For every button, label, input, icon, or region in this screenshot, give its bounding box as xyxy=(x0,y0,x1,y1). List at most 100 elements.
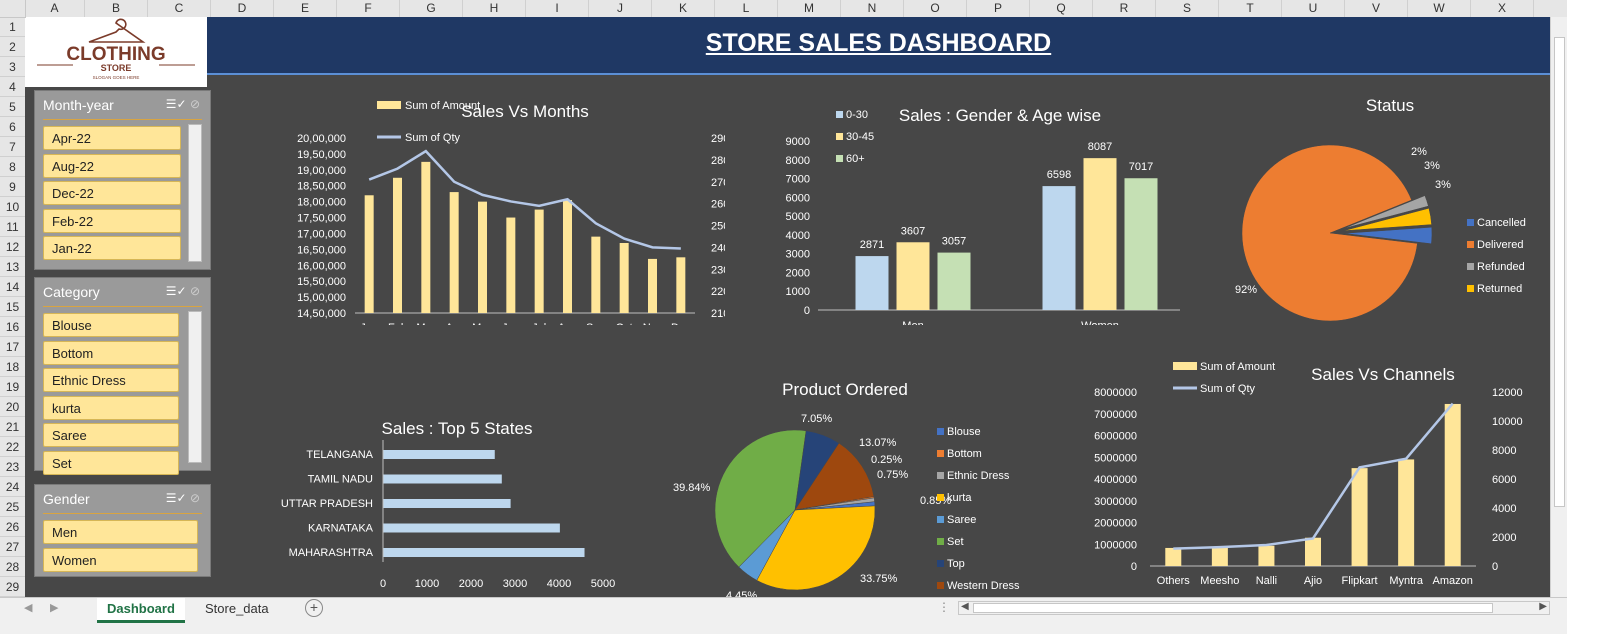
row-header-6[interactable]: 6 xyxy=(0,117,25,137)
column-header-f[interactable]: F xyxy=(337,0,400,17)
slicer-item[interactable]: Bottom xyxy=(43,340,179,365)
horizontal-scrollbar[interactable]: ◀ ▶ xyxy=(958,601,1550,615)
row-header-28[interactable]: 28 xyxy=(0,557,25,577)
slicer-item[interactable]: kurta xyxy=(43,395,179,420)
row-header-5[interactable]: 5 xyxy=(0,97,25,117)
slicer-scrollbar[interactable] xyxy=(188,311,202,463)
row-header-21[interactable]: 21 xyxy=(0,417,25,437)
row-header-4[interactable]: 4 xyxy=(0,77,25,97)
column-header-g[interactable]: G xyxy=(400,0,463,17)
column-header-n[interactable]: N xyxy=(841,0,904,17)
column-header-c[interactable]: C xyxy=(148,0,211,17)
slicer-category[interactable]: Category ☰✓ ⊘ Blouse Bottom Ethnic Dress ku… xyxy=(34,277,211,475)
column-header-v[interactable]: V xyxy=(1345,0,1408,17)
slicer-item[interactable]: Ethnic Dress xyxy=(43,368,179,392)
column-header-r[interactable]: R xyxy=(1093,0,1156,17)
legend-label: Sum of Qty xyxy=(1200,383,1256,395)
slicer-item[interactable]: Aug-22 xyxy=(43,153,181,178)
multi-select-icon[interactable]: ☰✓ xyxy=(166,97,187,111)
row-header-29[interactable]: 29 xyxy=(0,577,25,597)
row-header-7[interactable]: 7 xyxy=(0,137,25,157)
row-header-8[interactable]: 8 xyxy=(0,157,25,177)
column-header-u[interactable]: U xyxy=(1282,0,1345,17)
column-header-d[interactable]: D xyxy=(211,0,274,17)
slicer-gender[interactable]: Gender ☰✓ ⊘ Men Women xyxy=(34,484,211,577)
vertical-scroll-thumb[interactable] xyxy=(1554,37,1565,507)
row-header-18[interactable]: 18 xyxy=(0,357,25,377)
slicer-scrollbar[interactable] xyxy=(188,124,202,262)
slicer-item[interactable]: Men xyxy=(43,520,198,544)
row-header-23[interactable]: 23 xyxy=(0,457,25,477)
column-header-a[interactable]: A xyxy=(25,0,85,17)
column-header-s[interactable]: S xyxy=(1156,0,1219,17)
chart-top5-states[interactable]: Sales : Top 5 States TELANGANA TAMIL NADU U… xyxy=(255,392,635,592)
column-header-m[interactable]: M xyxy=(778,0,841,17)
row-header-25[interactable]: 25 xyxy=(0,497,25,517)
slicer-item[interactable]: Saree xyxy=(43,423,179,447)
row-header-10[interactable]: 10 xyxy=(0,197,25,217)
row-header-16[interactable]: 16 xyxy=(0,317,25,337)
multi-select-icon[interactable]: ☰✓ xyxy=(166,284,187,298)
row-header-14[interactable]: 14 xyxy=(0,277,25,297)
chart-sales-vs-months[interactable]: Sales Vs MonthsSum of Amount Sum of Qty 20… xyxy=(255,75,725,325)
clear-filter-icon[interactable]: ⊘ xyxy=(190,491,200,505)
slicer-item[interactable]: Apr-22 xyxy=(43,126,181,150)
clear-filter-icon[interactable]: ⊘ xyxy=(190,284,200,298)
chart-gender-age[interactable]: Sales : Gender & Age wise 0-30 30-45 60+ 900… xyxy=(750,75,1180,325)
sheet-tab-dashboard[interactable]: Dashboard xyxy=(97,598,185,623)
y2-tick-label: 2600 xyxy=(711,199,725,211)
row-header-19[interactable]: 19 xyxy=(0,377,25,397)
row-header-27[interactable]: 27 xyxy=(0,537,25,557)
row-header-1[interactable]: 1 xyxy=(0,17,25,37)
chart-sales-vs-channels[interactable]: Sales Vs Channels Sum of Amount Sum of Qty… xyxy=(1070,335,1545,595)
row-header-12[interactable]: 12 xyxy=(0,237,25,257)
vertical-scrollbar[interactable] xyxy=(1550,17,1568,597)
row-header-15[interactable]: 15 xyxy=(0,297,25,317)
chart-product-ordered[interactable]: Product Ordered0.85%0.25%0.75%33.75%4.45… xyxy=(635,352,1055,597)
slicer-title: Category xyxy=(43,284,100,300)
scroll-left-icon[interactable]: ◀ xyxy=(24,601,32,614)
hscroll-left-icon[interactable]: ◀ xyxy=(961,601,969,612)
column-header-k[interactable]: K xyxy=(652,0,715,17)
row-header-20[interactable]: 20 xyxy=(0,397,25,417)
column-header-x[interactable]: X xyxy=(1471,0,1534,17)
row-header-11[interactable]: 11 xyxy=(0,217,25,237)
slicer-item[interactable]: Set xyxy=(43,450,179,475)
column-header-j[interactable]: J xyxy=(589,0,652,17)
chart-status[interactable]: Status 92% 2% 3% 3% Cancelled Delivered Refunde… xyxy=(1190,75,1550,325)
sheet-tab-store-data[interactable]: Store_data xyxy=(195,598,279,620)
slicer-item[interactable]: Dec-22 xyxy=(43,181,181,205)
column-header-h[interactable]: H xyxy=(463,0,526,17)
column-header-t[interactable]: T xyxy=(1219,0,1282,17)
slicer-month-year[interactable]: Month-year ☰✓ ⊘ Apr-22 Aug-22 Dec-22 Feb-22… xyxy=(34,90,211,270)
scroll-right-icon[interactable]: ▶ xyxy=(50,601,58,614)
add-sheet-icon[interactable]: + xyxy=(305,599,323,617)
row-header-9[interactable]: 9 xyxy=(0,177,25,197)
row-header-3[interactable]: 3 xyxy=(0,57,25,77)
multi-select-icon[interactable]: ☰✓ xyxy=(166,491,187,505)
row-header-17[interactable]: 17 xyxy=(0,337,25,357)
column-header-q[interactable]: Q xyxy=(1030,0,1093,17)
slicer-item[interactable]: Jan-22 xyxy=(43,236,181,260)
row-header-2[interactable]: 2 xyxy=(0,37,25,57)
horizontal-scroll-thumb[interactable] xyxy=(973,603,1493,613)
slicer-item[interactable]: Women xyxy=(43,547,198,572)
row-header-22[interactable]: 22 xyxy=(0,437,25,457)
legend-swatch xyxy=(836,111,843,118)
clear-filter-icon[interactable]: ⊘ xyxy=(190,97,200,111)
column-header-b[interactable]: B xyxy=(85,0,148,17)
column-header-e[interactable]: E xyxy=(274,0,337,17)
slicer-item[interactable]: Blouse xyxy=(43,313,179,337)
column-header-l[interactable]: L xyxy=(715,0,778,17)
slicer-item[interactable]: Feb-22 xyxy=(43,208,181,233)
row-header-26[interactable]: 26 xyxy=(0,517,25,537)
row-header-24[interactable]: 24 xyxy=(0,477,25,497)
select-all-corner[interactable] xyxy=(0,0,26,18)
column-header-w[interactable]: W xyxy=(1408,0,1471,17)
row-header-13[interactable]: 13 xyxy=(0,257,25,277)
hanger-icon xyxy=(88,18,146,43)
column-header-i[interactable]: I xyxy=(526,0,589,17)
hscroll-right-icon[interactable]: ▶ xyxy=(1539,601,1547,612)
column-header-o[interactable]: O xyxy=(904,0,967,17)
column-header-p[interactable]: P xyxy=(967,0,1030,17)
